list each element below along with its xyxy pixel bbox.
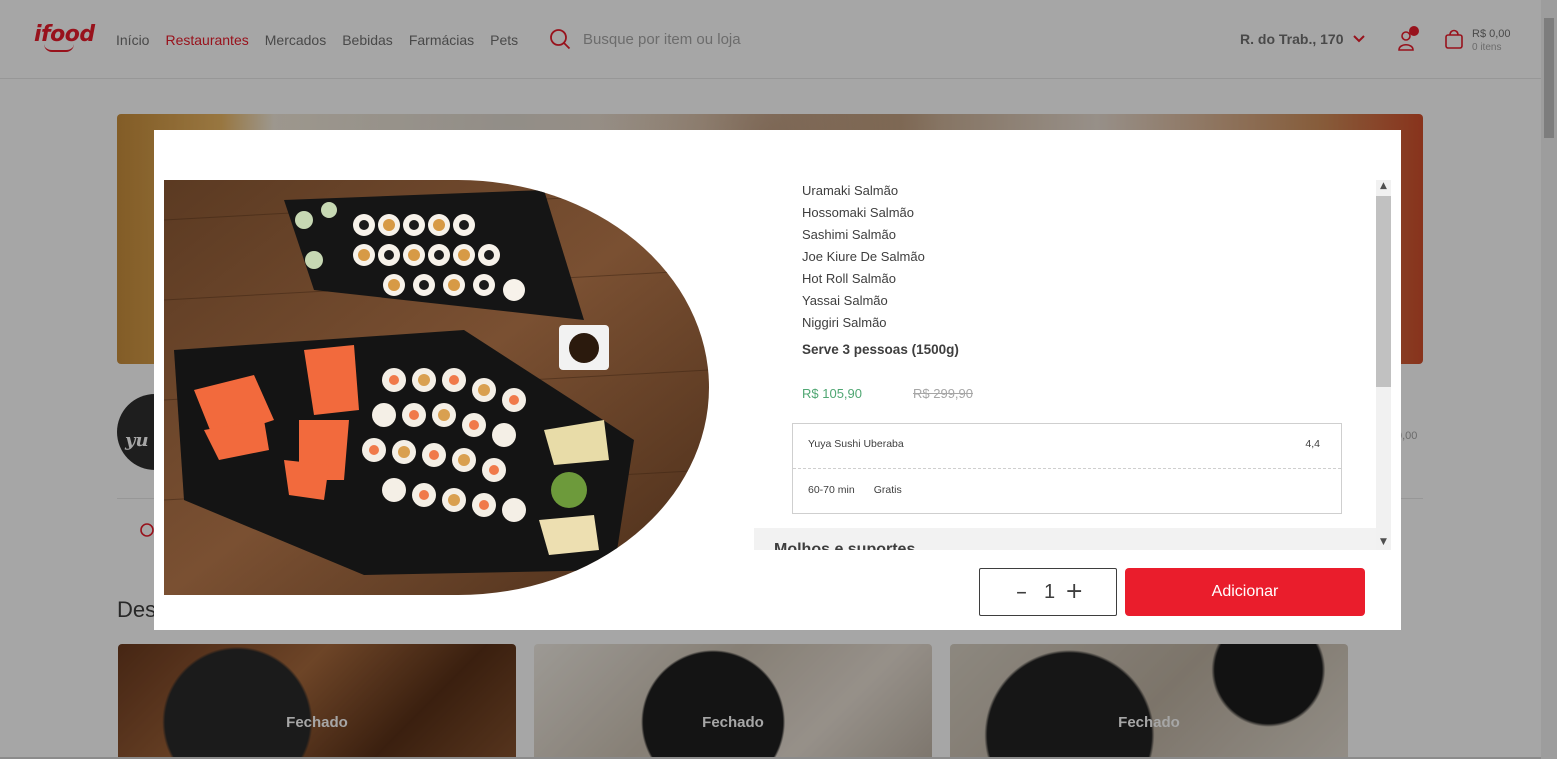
add-to-cart-button[interactable]: Adicionar — [1125, 568, 1365, 616]
list-item: Sashimi Salmão — [802, 227, 896, 242]
list-item: Uramaki Salmão — [802, 183, 899, 198]
dish-photo — [164, 180, 709, 595]
modal-scrollbar[interactable]: ▲ ▼ — [1376, 180, 1391, 550]
serves-info: Serve 3 pessoas (1500g) — [802, 342, 959, 357]
product-modal: Uramaki Salmão Hossomaki Salmão Sashimi … — [154, 130, 1401, 630]
options-section-title: Molhos e suportes — [774, 541, 916, 550]
quantity-value: 1 — [1044, 581, 1056, 603]
scroll-up-icon[interactable]: ▲ — [1379, 182, 1388, 191]
store-rating: 4,4 — [1305, 438, 1320, 450]
store-name[interactable]: Yuya Sushi Uberaba — [808, 438, 904, 450]
delivery-info-row: 60-70 min Gratis — [808, 484, 902, 496]
original-price: R$ 299,90 — [913, 386, 973, 401]
delivery-fee: Gratis — [873, 484, 902, 496]
list-item: Yassai Salmão — [802, 293, 888, 308]
scroll-down-icon[interactable]: ▼ — [1379, 538, 1388, 547]
list-item: Hossomaki Salmão — [802, 205, 914, 220]
store-name-row: Yuya Sushi Uberaba 4,4 — [793, 424, 1341, 469]
list-item: Joe Kiure De Salmão — [802, 249, 925, 264]
included-items-list: Uramaki Salmão Hossomaki Salmão Sashimi … — [802, 180, 925, 334]
increase-quantity-button[interactable]: + — [1065, 581, 1083, 603]
product-details[interactable]: Uramaki Salmão Hossomaki Salmão Sashimi … — [754, 180, 1391, 550]
current-price: R$ 105,90 — [802, 386, 862, 401]
delivery-time: 60-70 min — [808, 484, 855, 496]
decrease-quantity-button[interactable]: – — [1016, 582, 1027, 604]
sushi-boat-image — [164, 180, 709, 595]
store-info-box: Yuya Sushi Uberaba 4,4 60-70 min Gratis — [792, 423, 1342, 514]
modal-scrollbar-thumb[interactable] — [1376, 196, 1391, 387]
options-section-header: Molhos e suportes — [754, 528, 1376, 550]
list-item: Niggiri Salmão — [802, 315, 887, 330]
quantity-stepper: – 1 + — [979, 568, 1117, 616]
list-item: Hot Roll Salmão — [802, 271, 896, 286]
